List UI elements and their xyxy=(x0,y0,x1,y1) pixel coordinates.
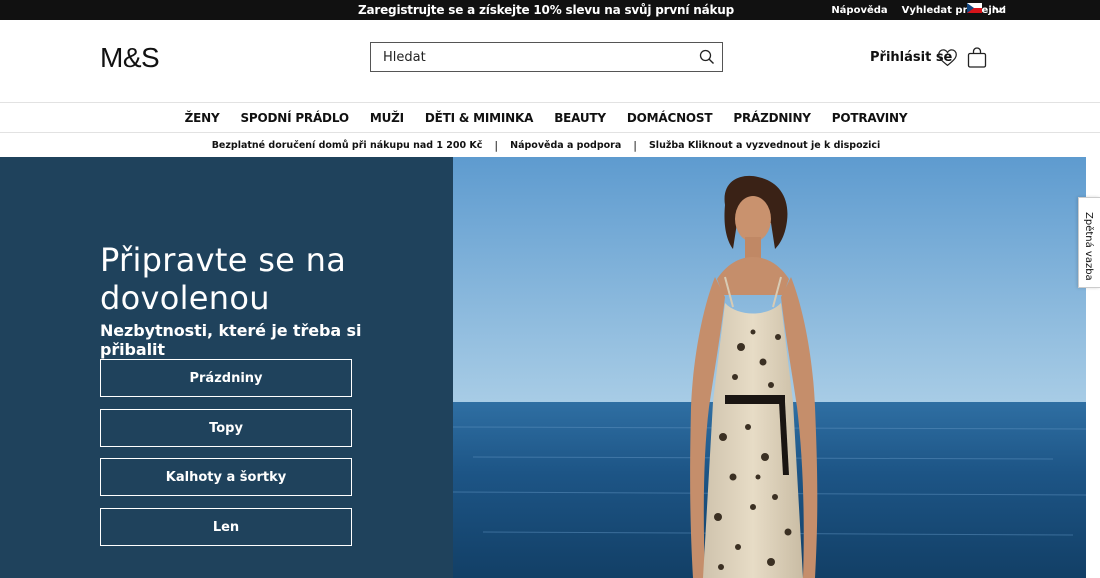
help-support-link[interactable]: Nápověda a podpora xyxy=(510,140,621,151)
tops-button[interactable]: Topy xyxy=(100,409,352,447)
info-strip: Bezplatné doručení domů při nákupu nad 1… xyxy=(0,133,1100,157)
nav-item-beauty[interactable]: BEAUTY xyxy=(554,111,606,125)
holiday-button[interactable]: Prázdniny xyxy=(100,359,352,397)
strip-separator: | xyxy=(633,138,637,152)
hero-image[interactable] xyxy=(453,157,1086,578)
nav-item-food[interactable]: POTRAVINY xyxy=(832,111,908,125)
search-box xyxy=(370,42,723,72)
feedback-label: Zpětná vazba xyxy=(1083,212,1094,281)
nav-item-women[interactable]: ŽENY xyxy=(185,111,220,125)
free-delivery-link[interactable]: Bezplatné doručení domů při nákupu nad 1… xyxy=(212,140,483,151)
beach-model-illustration xyxy=(453,157,1086,578)
nav-item-lingerie[interactable]: SPODNÍ PRÁDLO xyxy=(240,111,349,125)
strip-separator: | xyxy=(494,138,499,152)
search-input[interactable] xyxy=(371,43,681,71)
czech-flag-icon[interactable] xyxy=(967,3,982,13)
linen-button[interactable]: Len xyxy=(100,508,352,546)
hero-subtitle: Nezbytnosti, které je třeba si přibalit xyxy=(100,321,362,359)
hero-title: Připravte se na dovolenou xyxy=(100,241,347,317)
feedback-tab[interactable]: Zpětná vazba xyxy=(1078,197,1100,288)
heart-icon[interactable] xyxy=(937,47,958,68)
promo-bar: Zaregistrujte se a získejte 10% slevu na… xyxy=(0,0,1100,20)
hero-panel: Připravte se na dovolenou Nezbytnosti, k… xyxy=(0,157,453,578)
site-header: M&S Přihlásit se xyxy=(0,20,1100,103)
click-collect-link[interactable]: Služba Kliknout a vyzvednout je k dispoz… xyxy=(649,140,880,151)
trousers-shorts-button[interactable]: Kalhoty a šortky xyxy=(100,458,352,496)
nav-item-men[interactable]: MUŽI xyxy=(370,111,404,125)
nav-item-home[interactable]: DOMÁCNOST xyxy=(627,111,713,125)
main-navigation: ŽENY SPODNÍ PRÁDLO MUŽI DĚTI & MIMINKA B… xyxy=(0,103,1100,133)
search-icon[interactable] xyxy=(699,49,715,65)
brand-logo[interactable]: M&S xyxy=(100,42,160,74)
nav-item-kids[interactable]: DĚTI & MIMINKA xyxy=(425,111,533,125)
chevron-down-icon[interactable] xyxy=(991,2,1007,16)
shopping-bag-icon[interactable] xyxy=(967,47,987,68)
help-link[interactable]: Nápověda xyxy=(831,5,887,16)
nav-item-holiday[interactable]: PRÁZDNINY xyxy=(733,111,811,125)
